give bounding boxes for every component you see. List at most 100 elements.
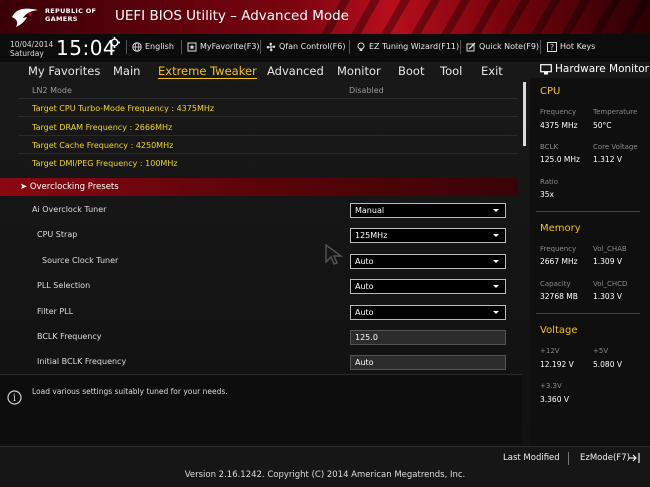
filter-pll-value: Auto — [355, 308, 374, 317]
hot-keys-button[interactable]: ? Hot Keys — [547, 41, 595, 53]
day-display: Saturday — [10, 49, 44, 58]
memory-frequency-value: 2667 MHz — [540, 257, 578, 266]
chevron-right-icon: ➤ — [20, 182, 28, 192]
brand-line-1: REPUBLIC OF — [45, 7, 97, 15]
row-divider — [18, 98, 518, 99]
row-divider — [18, 116, 518, 117]
my-favorite-label: MyFavorite(F3) — [200, 42, 260, 51]
tab-boot[interactable]: Boot — [398, 64, 424, 78]
ai-overclock-tuner-label: Ai Overclock Tuner — [32, 205, 107, 214]
cpu-ratio-label: Ratio — [540, 178, 558, 186]
filter-pll-label: Filter PLL — [37, 307, 74, 316]
toolbar-separator — [181, 40, 182, 54]
target-dmi-peg-frequency: Target DMI/PEG Frequency : 100MHz — [32, 159, 178, 168]
source-clock-tuner-select[interactable]: Auto — [350, 254, 506, 269]
my-favorite-button[interactable]: MyFavorite(F3) — [187, 41, 260, 53]
mouse-cursor-icon — [325, 244, 343, 265]
row-divider — [18, 153, 518, 154]
brand-name: REPUBLIC OF GAMERS — [45, 7, 96, 23]
svg-text:?: ? — [550, 43, 554, 52]
overclocking-presets-label: ➤ Overclocking Presets — [20, 182, 119, 192]
voltage-5v-label: +5V — [593, 347, 609, 355]
memory-capacity-value: 32768 MB — [540, 292, 578, 301]
favorite-icon — [187, 42, 197, 51]
help-panel — [0, 374, 522, 444]
help-text: Load various settings suitably tuned for… — [32, 387, 228, 396]
voltage-3v3-label: +3.3V — [540, 382, 562, 390]
lightbulb-icon — [357, 42, 365, 51]
memory-vol-chcd-label: Vol_CHCD — [593, 280, 628, 288]
tab-my-favorites[interactable]: My Favorites — [28, 64, 100, 78]
exit-arrow-icon[interactable] — [628, 452, 641, 464]
dropdown-arrow-icon — [493, 260, 499, 263]
cpu-temperature-value: 50°C — [593, 121, 612, 130]
toolbar-separator — [260, 40, 261, 54]
memory-vol-chab-label: Vol_CHAB — [593, 245, 627, 253]
gear-icon[interactable] — [109, 37, 120, 48]
tab-monitor[interactable]: Monitor — [337, 64, 381, 78]
toolbar-separator — [540, 40, 541, 54]
version-text: Version 2.16.1242. Copyright (C) 2014 Am… — [184, 470, 466, 480]
toolbar-separator — [460, 40, 461, 54]
cpu-temperature-label: Temperature — [593, 108, 638, 116]
source-clock-tuner-value: Auto — [355, 257, 374, 266]
ez-tuning-label: EZ Tuning Wizard(F11) — [369, 42, 460, 51]
rog-logo-icon — [12, 8, 38, 27]
dropdown-arrow-icon — [493, 234, 499, 237]
settings-scrollbar[interactable] — [523, 82, 526, 146]
voltage-3v3-value: 3.360 V — [540, 395, 569, 404]
source-clock-tuner-label: Source Clock Tuner — [42, 256, 119, 265]
brand-line-2: GAMERS — [45, 15, 78, 23]
cpu-strap-value: 125MHz — [355, 231, 388, 240]
hw-divider — [536, 313, 640, 314]
info-icon: i — [7, 390, 22, 405]
pll-selection-label: PLL Selection — [37, 281, 91, 290]
voltage-12v-label: +12V — [540, 347, 560, 355]
qfan-control-button[interactable]: Qfan Control(F6) — [266, 41, 345, 53]
monitor-icon — [540, 64, 552, 75]
pll-selection-value: Auto — [355, 282, 374, 291]
ezmode-button[interactable]: EzMode(F7) — [580, 453, 630, 463]
fan-icon — [266, 42, 276, 51]
title-bar-decoration — [320, 0, 650, 34]
hot-keys-label: Hot Keys — [560, 42, 596, 51]
ez-tuning-wizard-button[interactable]: EZ Tuning Wizard(F11) — [356, 41, 459, 53]
filter-pll-select[interactable]: Auto — [350, 305, 506, 320]
cpu-core-voltage-value: 1.312 V — [593, 155, 622, 164]
cpu-frequency-label: Frequency — [540, 108, 577, 116]
bclk-frequency-input[interactable]: 125.0 — [350, 330, 506, 345]
ln2-mode-label: LN2 Mode — [32, 86, 72, 95]
cpu-strap-select[interactable]: 125MHz — [350, 228, 506, 243]
time-display[interactable]: 15:04 — [56, 36, 116, 60]
dropdown-arrow-icon — [493, 311, 499, 314]
bclk-frequency-label: BCLK Frequency — [37, 332, 102, 341]
ai-overclock-tuner-select[interactable]: Manual — [350, 203, 506, 218]
ln2-mode-value: Disabled — [349, 86, 384, 95]
language-label: English — [145, 42, 174, 51]
pll-selection-select[interactable]: Auto — [350, 279, 506, 294]
initial-bclk-frequency-label: Initial BCLK Frequency — [37, 357, 127, 366]
svg-text:i: i — [13, 393, 16, 404]
qfan-label: Qfan Control(F6) — [279, 42, 346, 51]
voltage-12v-value: 12.192 V — [540, 360, 574, 369]
quick-note-button[interactable]: Quick Note(F9) — [466, 41, 539, 53]
cpu-frequency-value: 4375 MHz — [540, 121, 578, 130]
dropdown-arrow-icon — [493, 209, 499, 212]
toolbar-separator — [349, 40, 350, 54]
memory-frequency-label: Frequency — [540, 245, 577, 253]
tab-main[interactable]: Main — [113, 64, 140, 78]
tab-advanced[interactable]: Advanced — [267, 64, 324, 78]
tab-extreme-tweaker[interactable]: Extreme Tweaker — [158, 64, 257, 79]
tab-tool[interactable]: Tool — [440, 64, 462, 78]
last-modified-button[interactable]: Last Modified — [503, 453, 560, 463]
cpu-heading: CPU — [540, 86, 561, 97]
target-cache-frequency: Target Cache Frequency : 4250MHz — [32, 141, 174, 150]
tab-exit[interactable]: Exit — [481, 64, 503, 78]
target-cpu-frequency: Target CPU Turbo-Mode Frequency : 4375MH… — [32, 104, 215, 113]
footer-separator — [568, 452, 569, 465]
cpu-bclk-value: 125.0 MHz — [540, 155, 580, 164]
language-button[interactable]: English — [132, 41, 174, 53]
quick-note-label: Quick Note(F9) — [479, 42, 540, 51]
memory-vol-chab-value: 1.309 V — [593, 257, 622, 266]
initial-bclk-frequency-input[interactable]: Auto — [350, 355, 506, 370]
